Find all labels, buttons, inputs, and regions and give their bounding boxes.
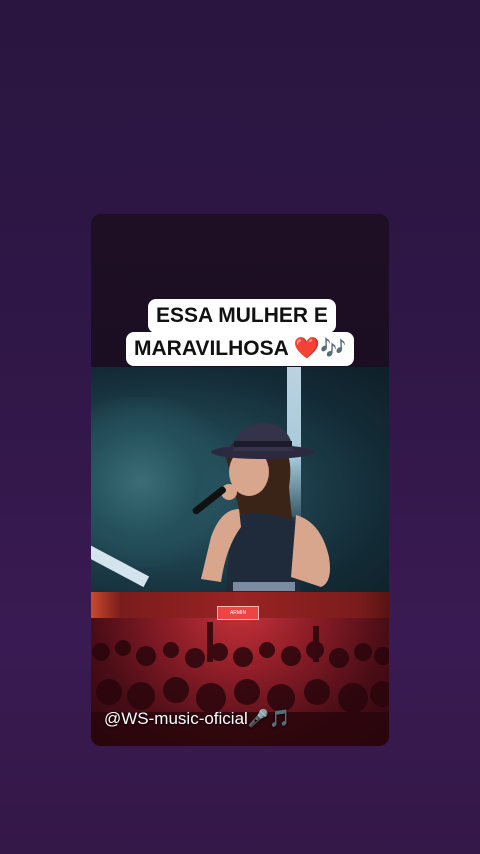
- video-card[interactable]: ARMIN: [91, 214, 389, 746]
- channel-watermark: @WS-music-oficial🎤🎵: [104, 709, 291, 728]
- singer-video-frame: [91, 367, 389, 592]
- singer-figure: [192, 423, 330, 592]
- caption-line-1: ESSA MULHER E: [148, 299, 336, 333]
- caption-line-2: MARAVILHOSA ❤️🎶: [126, 332, 355, 366]
